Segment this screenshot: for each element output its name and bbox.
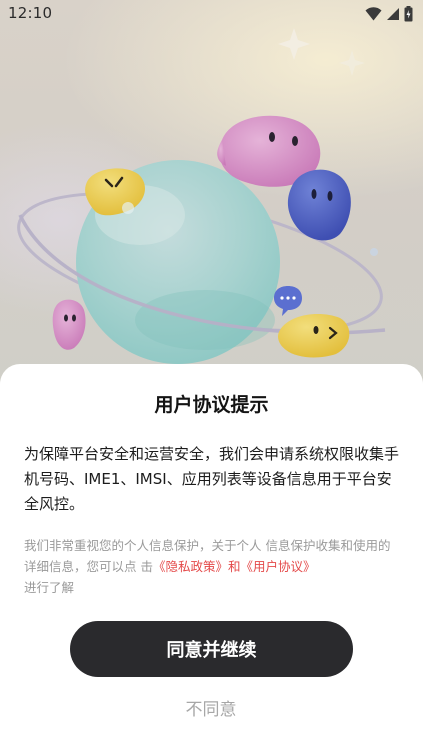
wifi-icon <box>365 7 382 21</box>
splash-illustration <box>17 28 386 364</box>
yellow-blob-right-character <box>278 314 350 358</box>
status-bar: 12:10 <box>0 0 423 28</box>
dialog-title: 用户协议提示 <box>154 394 269 416</box>
user-agreement-link[interactable]: 《用户协议》 <box>241 559 316 574</box>
pink-blob-small-character <box>52 299 86 350</box>
dialog-description: 我们非常重视您的个人信息保护，关于个人 信息保护收集和使用的详细信息，您可以点 … <box>24 535 400 598</box>
sparkle-star-1 <box>278 28 310 60</box>
status-time: 12:10 <box>8 4 53 22</box>
sparkle-star-2 <box>339 50 365 76</box>
privacy-policy-link[interactable]: 《隐私政策》 <box>153 559 228 574</box>
navigation-bar <box>0 748 423 752</box>
cellular-signal-icon <box>387 8 399 20</box>
and-text: 和 <box>228 559 241 574</box>
status-icons <box>365 6 413 22</box>
battery-icon <box>404 6 413 22</box>
description-suffix: 进行了解 <box>24 580 75 595</box>
orb-small-1 <box>122 202 134 214</box>
disagree-button[interactable]: 不同意 <box>161 692 261 722</box>
dialog-main-text: 为保障平台安全和运营安全，我们会申请系统权限收集手机号码、IME1、IMSI、应… <box>24 445 400 513</box>
chat-bubble-icon <box>274 286 302 316</box>
orb-small-2 <box>370 248 378 256</box>
user-agreement-dialog: 用户协议提示 为保障平台安全和运营安全，我们会申请系统权限收集手机号码、IME1… <box>0 364 423 752</box>
agree-continue-button[interactable]: 同意并继续 <box>70 621 353 677</box>
